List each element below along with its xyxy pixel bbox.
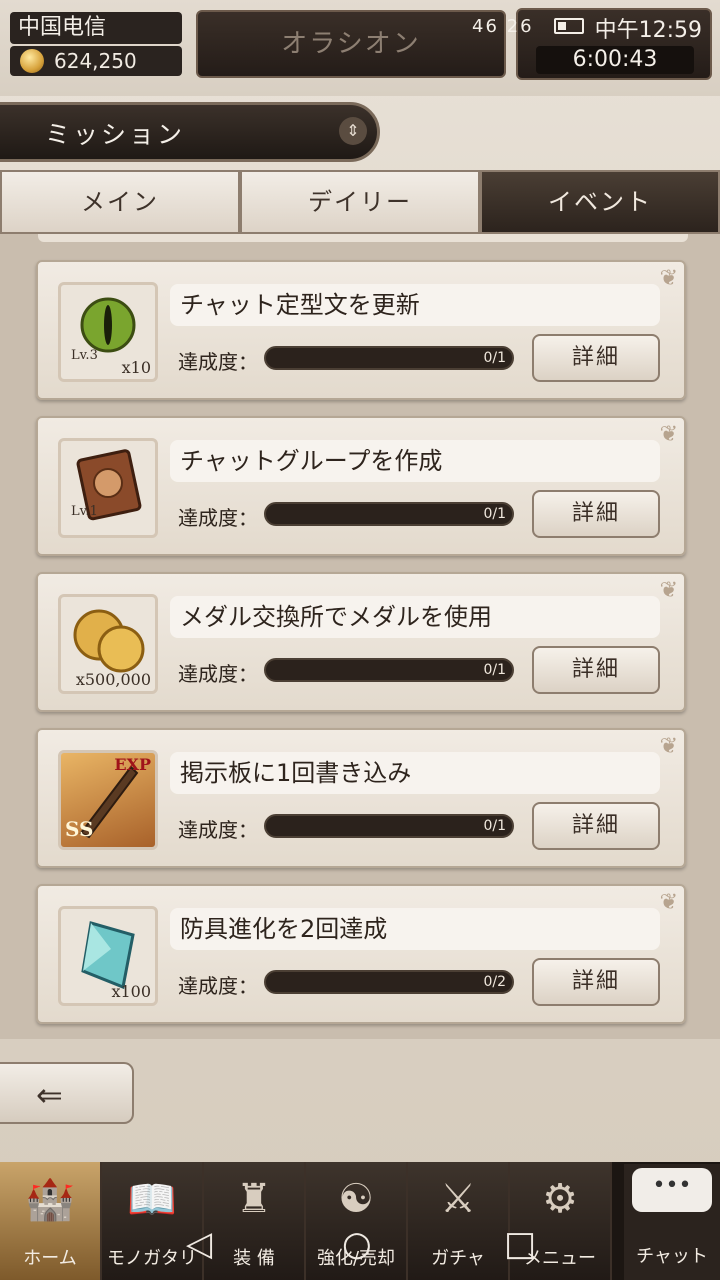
progress-label: 達成度： — [178, 506, 258, 530]
reward-icon-box[interactable]: x500,000 — [58, 594, 158, 694]
open-book-icon: 📖 — [127, 1177, 177, 1223]
corner-ornament-icon: ❦ — [659, 890, 678, 915]
detail-button[interactable]: 詳細 — [532, 490, 660, 538]
mission-card: ❦ x500,000 メダル交換所でメダルを使用 達成度： 0/1 詳細 — [36, 572, 686, 712]
reward-quantity: EXP — [114, 755, 151, 774]
detail-button[interactable]: 詳細 — [532, 958, 660, 1006]
mission-title: 掲示板に1回書き込み — [170, 752, 660, 794]
chat-bubble-icon: ••• — [632, 1168, 712, 1212]
mission-tabs: メイン デイリー イベント — [0, 170, 720, 234]
nav-label: ガチャ — [431, 1248, 485, 1269]
reward-quantity: x10 — [121, 358, 151, 377]
sort-icon[interactable]: ⇕ — [339, 117, 367, 145]
coin-icon — [20, 49, 44, 73]
tab-main[interactable]: メイン — [0, 170, 240, 234]
equipment-icon: ♜ — [236, 1176, 272, 1222]
nav-label: ホーム — [23, 1248, 77, 1269]
corner-ornament-icon: ❦ — [659, 734, 678, 759]
reward-icon-box[interactable]: x100 — [58, 906, 158, 1006]
reward-level: SS — [65, 817, 94, 841]
page-title: ミッション — [45, 120, 186, 149]
nav-label: 装 備 — [233, 1248, 275, 1269]
mission-title: メダル交換所でメダルを使用 — [170, 596, 660, 638]
progress-text: 0/2 — [483, 974, 506, 990]
progress-label: 達成度： — [178, 818, 258, 842]
battery-icon — [554, 18, 584, 34]
progress-label: 達成度： — [178, 974, 258, 998]
game-title: オラシオン — [196, 10, 506, 78]
nav-label: メニュー — [524, 1248, 596, 1269]
progress-label: 達成度： — [178, 350, 258, 374]
header-bar: 中国电信 624,250 オラシオン 46 26 中午12:59 6:00:43 — [0, 0, 720, 96]
corner-ornament-icon: ❦ — [659, 578, 678, 603]
nav-equipment[interactable]: ♜ 装 備 — [204, 1162, 306, 1280]
dragon-icon: ☯ — [338, 1176, 374, 1222]
gold-counter: 624,250 — [10, 46, 182, 76]
nav-label: モノガタリ — [107, 1248, 197, 1269]
reward-level: Lv.1 — [71, 504, 98, 519]
bottom-nav: 🏰 ホーム 📖 モノガタリ ♜ 装 備 ☯ 強化/売却 ⚔ ガチャ ⚙ メニュー — [0, 1162, 720, 1280]
detail-button[interactable]: 詳細 — [532, 646, 660, 694]
page-title-banner: ミッション ⇕ — [0, 102, 380, 162]
reward-quantity: x500,000 — [75, 670, 151, 689]
progress-text: 0/1 — [483, 662, 506, 678]
progress-bar: 0/1 — [264, 658, 514, 682]
chat-button[interactable]: ••• チャット — [624, 1164, 720, 1280]
gold-amount: 624,250 — [54, 49, 137, 73]
detail-button[interactable]: 詳細 — [532, 802, 660, 850]
reward-icon-box[interactable]: Lv.1 — [58, 438, 158, 538]
tab-daily[interactable]: デイリー — [240, 170, 480, 234]
progress-bar: 0/1 — [264, 346, 514, 370]
back-arrow-icon: ⇐ — [36, 1076, 63, 1114]
mission-title: 防具進化を2回達成 — [170, 908, 660, 950]
mission-screen: 中国电信 624,250 オラシオン 46 26 中午12:59 6:00:43… — [0, 0, 720, 1280]
nav-gacha[interactable]: ⚔ ガチャ — [408, 1162, 510, 1280]
progress-bar: 0/2 — [264, 970, 514, 994]
progress-text: 0/1 — [483, 350, 506, 366]
mission-title: チャットグループを作成 — [170, 440, 660, 482]
mission-card: ❦ Lv.1 チャットグループを作成 達成度： 0/1 詳細 — [36, 416, 686, 556]
castle-icon: 🏰 — [25, 1177, 75, 1223]
reward-level: Lv.3 — [71, 348, 98, 363]
stamina-countdown: 6:00:43 — [536, 46, 694, 74]
nav-home[interactable]: 🏰 ホーム — [0, 1162, 102, 1280]
mission-card: ❦ SS EXP 掲示板に1回書き込み 達成度： 0/1 詳細 — [36, 728, 686, 868]
mission-card: ❦ x100 防具進化を2回達成 達成度： 0/2 詳細 — [36, 884, 686, 1024]
detail-button[interactable]: 詳細 — [532, 334, 660, 382]
mission-title: チャット定型文を更新 — [170, 284, 660, 326]
corner-ornament-icon: ❦ — [659, 266, 678, 291]
carrier-label: 中国电信 — [10, 12, 182, 44]
progress-label: 達成度： — [178, 662, 258, 686]
back-button[interactable]: ⇐ — [0, 1062, 134, 1124]
status-clock: 中午12:59 — [594, 18, 702, 43]
chat-label: チャット — [636, 1246, 708, 1267]
corner-ornament-icon: ❦ — [659, 422, 678, 447]
time-plate: 46 26 中午12:59 6:00:43 — [472, 8, 712, 80]
progress-text: 0/1 — [483, 818, 506, 834]
mission-card: ❦ Lv.3 x10 チャット定型文を更新 達成度： 0/1 詳細 — [36, 260, 686, 400]
reward-icon-box[interactable]: SS EXP — [58, 750, 158, 850]
signal-icon: 46 26 — [472, 16, 534, 37]
progress-bar: 0/1 — [264, 502, 514, 526]
crossed-swords-icon: ⚔ — [440, 1176, 476, 1222]
progress-text: 0/1 — [483, 506, 506, 522]
mission-list[interactable]: ❦ Lv.3 x10 チャット定型文を更新 達成度： 0/1 詳細 ❦ Lv.1… — [0, 234, 720, 1039]
nav-menu[interactable]: ⚙ メニュー — [510, 1162, 612, 1280]
gears-icon: ⚙ — [542, 1176, 578, 1222]
tab-event[interactable]: イベント — [480, 170, 720, 234]
reward-icon-box[interactable]: Lv.3 x10 — [58, 282, 158, 382]
nav-enhance-sell[interactable]: ☯ 強化/売却 — [306, 1162, 408, 1280]
reward-quantity: x100 — [111, 982, 151, 1001]
nav-story[interactable]: 📖 モノガタリ — [102, 1162, 204, 1280]
progress-bar: 0/1 — [264, 814, 514, 838]
book-icon — [76, 449, 142, 521]
nav-label: 強化/売却 — [316, 1248, 396, 1269]
